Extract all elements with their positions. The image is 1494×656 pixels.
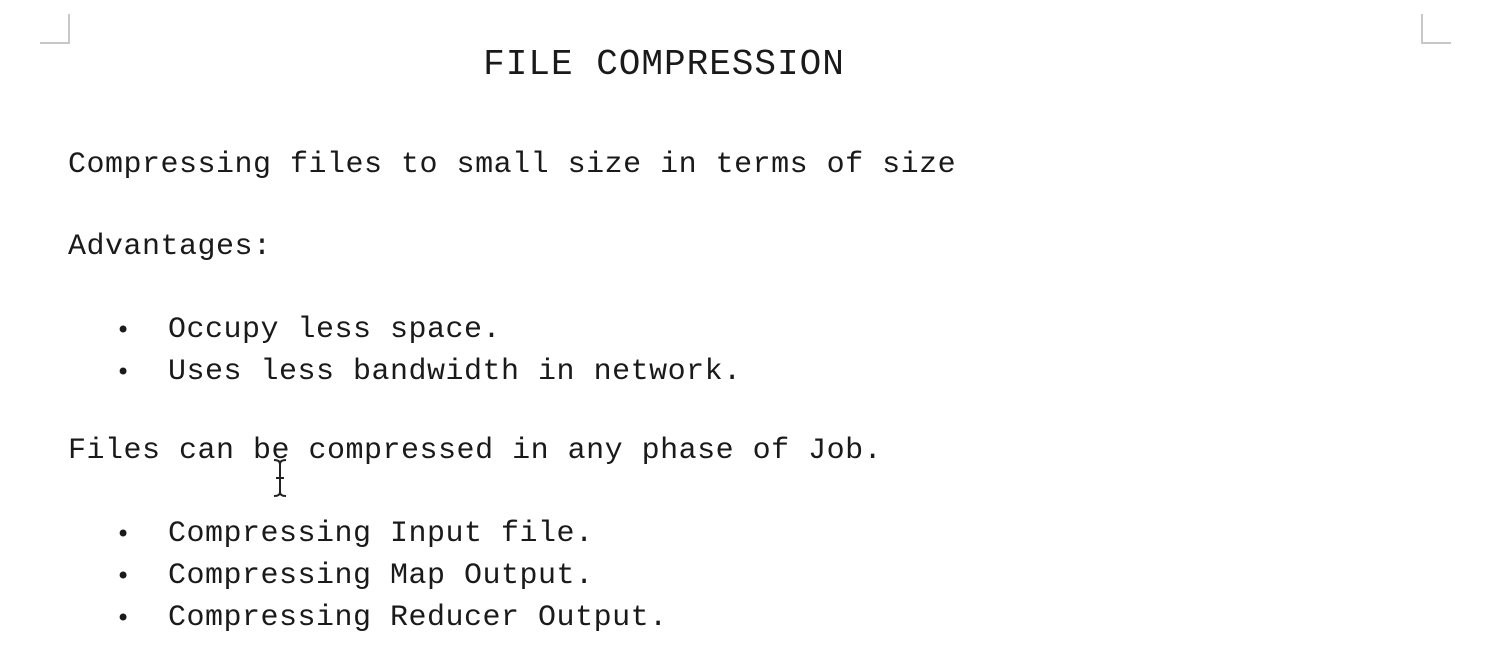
phase-text[interactable]: Compressing Input file. <box>168 514 594 554</box>
document-title[interactable]: FILE COMPRESSION <box>0 44 1328 85</box>
intro-paragraph[interactable]: Compressing files to small size in terms… <box>68 148 956 182</box>
bullet-icon: • <box>116 520 131 548</box>
bullet-icon: • <box>116 604 131 632</box>
advantages-heading[interactable]: Advantages: <box>68 230 272 264</box>
bullet-icon: • <box>116 562 131 590</box>
advantage-text[interactable]: Uses less bandwidth in network. <box>168 352 742 392</box>
list-item[interactable]: • Compressing Input file. <box>0 514 593 556</box>
text-cursor-icon <box>273 459 287 497</box>
list-item[interactable]: • Compressing Reducer Output. <box>0 598 667 640</box>
phase-paragraph[interactable]: Files can be compressed in any phase of … <box>68 434 882 468</box>
document-page[interactable]: FILE COMPRESSION Compressing files to sm… <box>0 0 1494 656</box>
list-item[interactable]: • Compressing Map Output. <box>0 556 593 598</box>
page-corner-mark-right <box>1421 14 1451 44</box>
bullet-icon: • <box>116 358 131 386</box>
page-corner-mark-left <box>40 14 70 44</box>
bullet-icon: • <box>116 316 131 344</box>
list-item[interactable]: • Occupy less space. <box>0 310 501 352</box>
phase-text[interactable]: Compressing Reducer Output. <box>168 598 668 638</box>
advantages-list: • Occupy less space. • Uses less bandwid… <box>0 310 741 394</box>
list-item[interactable]: • Uses less bandwidth in network. <box>0 352 741 394</box>
advantage-text[interactable]: Occupy less space. <box>168 310 501 350</box>
phases-list: • Compressing Input file. • Compressing … <box>0 514 667 640</box>
phase-text[interactable]: Compressing Map Output. <box>168 556 594 596</box>
